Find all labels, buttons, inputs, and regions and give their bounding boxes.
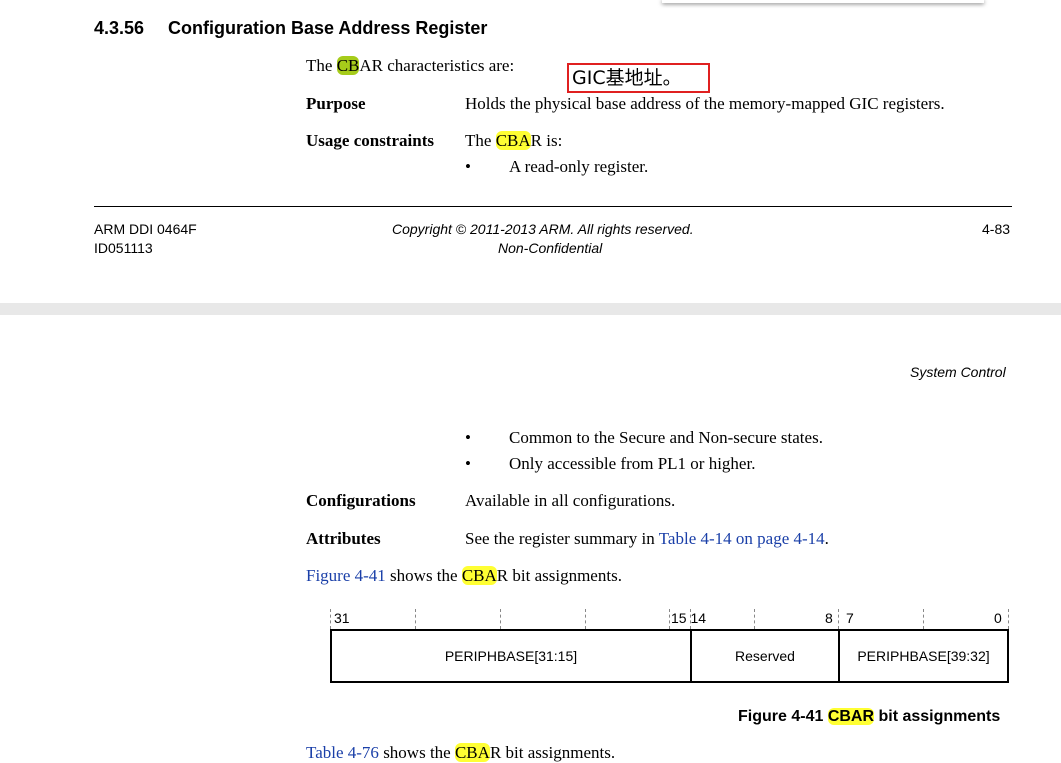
- annotation-box[interactable]: GIC基地址。: [567, 63, 710, 93]
- bit-number: 7: [846, 610, 854, 626]
- table-ref-mid: shows the: [378, 743, 455, 762]
- table-ref-post: R bit assignments.: [489, 743, 616, 762]
- bit-tick: [1008, 609, 1009, 629]
- figure-link[interactable]: Figure 4-41: [306, 566, 386, 585]
- caption-post: bit assignments: [874, 708, 1001, 725]
- search-highlight: CB: [336, 56, 360, 75]
- usage-bullet: Only accessible from PL1 or higher.: [509, 454, 756, 473]
- configurations-label: Configurations: [306, 491, 416, 510]
- footer-doc-rev: ID051113: [94, 240, 153, 256]
- bit-tick: [330, 609, 331, 629]
- bit-number: 0: [994, 610, 1002, 626]
- figure-ref-mid: shows the: [385, 566, 462, 585]
- bit-number: 15 14: [671, 610, 707, 626]
- figure-caption: Figure 4-41 CBAR bit assignments: [738, 708, 1000, 726]
- bit-tick: [669, 609, 670, 629]
- section-title: Configuration Base Address Register: [168, 18, 488, 38]
- bit-tick: [500, 609, 501, 629]
- footer-confidentiality: Non-Confidential: [498, 240, 603, 256]
- bit-number: 8: [825, 610, 833, 626]
- usage-bullet: Common to the Secure and Non-secure stat…: [509, 428, 823, 447]
- bit-tick: [754, 609, 755, 629]
- bit-tick: [923, 609, 924, 629]
- bit-tick: [415, 609, 416, 629]
- register-field: PERIPHBASE[39:32]: [857, 648, 990, 664]
- footer-rule: [94, 206, 1012, 207]
- caption-pre: Figure 4-41: [738, 708, 828, 725]
- bit-number: 31: [334, 610, 350, 626]
- attributes-pre: See the register summary in: [465, 529, 659, 548]
- page-header: System Control: [910, 364, 1006, 380]
- bullet-icon: •: [465, 157, 471, 176]
- attributes-end: .: [824, 529, 829, 548]
- page-separator: [0, 303, 1061, 315]
- figure-ref-post: R bit assignments.: [496, 566, 622, 585]
- intro-text: The CBAR characteristics are:: [306, 56, 514, 76]
- usage-pre: The: [465, 131, 496, 150]
- table-link[interactable]: Table 4-14 on page 4-14: [659, 529, 825, 548]
- overlay-window-edge: [662, 0, 984, 3]
- usage-label: Usage constraints: [306, 131, 434, 150]
- register-field: Reserved: [735, 648, 795, 664]
- footer-copyright: Copyright © 2011-2013 ARM. All rights re…: [392, 221, 694, 237]
- usage-post: R is:: [530, 131, 563, 150]
- search-highlight: CBA: [454, 743, 490, 762]
- bit-tick: [838, 609, 839, 629]
- intro-post: AR characteristics are:: [359, 56, 515, 75]
- footer-doc-id: ARM DDI 0464F: [94, 221, 197, 237]
- usage-text: The CBAR is:: [465, 131, 562, 151]
- attributes-text: See the register summary in Table 4-14 o…: [465, 529, 829, 549]
- intro-pre: The: [306, 56, 337, 75]
- search-highlight: CBAR: [827, 708, 875, 725]
- figure-ref-text: Figure 4-41 shows the CBAR bit assignmen…: [306, 566, 622, 586]
- register-field: PERIPHBASE[31:15]: [444, 648, 578, 664]
- purpose-text: Holds the physical base address of the m…: [465, 94, 945, 113]
- table-ref-text: Table 4-76 shows the CBAR bit assignment…: [306, 743, 615, 763]
- search-highlight: CBA: [495, 131, 531, 150]
- attributes-label: Attributes: [306, 529, 381, 548]
- bit-tick: [585, 609, 586, 629]
- purpose-label: Purpose: [306, 94, 366, 113]
- bullet-icon: •: [465, 454, 471, 473]
- section-number: 4.3.56: [94, 18, 145, 38]
- search-highlight: CBA: [461, 566, 497, 585]
- table-link[interactable]: Table 4-76: [306, 743, 379, 762]
- bullet-icon: •: [465, 428, 471, 447]
- usage-bullet: A read-only register.: [509, 157, 649, 176]
- configurations-text: Available in all configurations.: [465, 491, 676, 510]
- footer-page: 4-83: [982, 221, 1011, 237]
